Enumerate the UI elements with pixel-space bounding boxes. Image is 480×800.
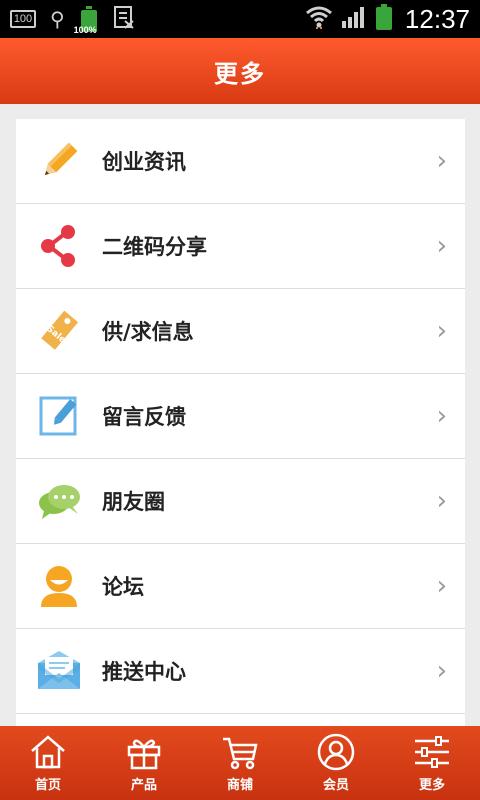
menu-item-label: 留言反馈	[102, 405, 186, 429]
nav-products-label: 产品	[130, 778, 157, 793]
nav-shops[interactable]: 商铺	[192, 726, 288, 800]
user-avatar-icon	[16, 544, 102, 629]
chat-bubbles-icon	[16, 459, 102, 544]
menu-item-forum[interactable]: 论坛 ›	[16, 544, 465, 629]
menu-item-push-center[interactable]: 推送中心 ›	[16, 629, 465, 714]
usb-icon: ⚲	[50, 7, 65, 31]
nav-more-label: 更多	[418, 778, 445, 793]
chevron-right-icon: ›	[436, 146, 447, 176]
clock: 12:37	[404, 3, 470, 34]
menu-item-feedback[interactable]: 留言反馈 ›	[16, 374, 465, 459]
nav-more[interactable]: 更多	[384, 726, 480, 800]
battery-notification-icon: 100%	[74, 6, 99, 35]
home-icon	[31, 735, 65, 769]
status-bar: 100 ⚲ 100% 12:37	[0, 0, 480, 38]
menu-item-business-news[interactable]: 创业资讯 ›	[16, 119, 465, 204]
storage-indicator-icon: 100	[10, 10, 36, 28]
nav-members[interactable]: 会员	[288, 726, 384, 800]
sliders-icon	[415, 736, 449, 768]
share-icon	[16, 204, 102, 289]
chevron-right-icon: ›	[436, 486, 447, 516]
menu-item-label: 朋友圈	[102, 490, 165, 514]
sale-tag-icon: Sale	[16, 289, 102, 374]
bottom-nav: 首页 产品 商铺 会员 更多	[0, 726, 480, 800]
nav-products[interactable]: 产品	[96, 726, 192, 800]
menu-item-partial	[16, 714, 465, 726]
nav-home-label: 首页	[34, 778, 61, 793]
document-notification-icon	[113, 5, 135, 34]
nav-shops-label: 商铺	[226, 778, 253, 793]
chevron-right-icon: ›	[436, 231, 447, 261]
chevron-right-icon: ›	[436, 656, 447, 686]
member-icon	[317, 733, 355, 771]
app-header: 更多	[0, 38, 480, 104]
battery-notification-percent: 100%	[73, 25, 97, 35]
menu-item-moments[interactable]: 朋友圈 ›	[16, 459, 465, 544]
chevron-right-icon: ›	[436, 571, 447, 601]
page-title: 更多	[214, 59, 266, 88]
chevron-right-icon: ›	[436, 316, 447, 346]
menu-item-label: 推送中心	[102, 660, 186, 684]
nav-home[interactable]: 首页	[0, 726, 96, 800]
chevron-right-icon: ›	[436, 401, 447, 431]
menu-item-label: 创业资讯	[102, 150, 186, 174]
battery-icon	[375, 4, 393, 34]
menu-item-label: 二维码分享	[102, 235, 207, 259]
menu-item-qr-share[interactable]: 二维码分享 ›	[16, 204, 465, 289]
nav-members-label: 会员	[322, 778, 349, 793]
edit-note-icon	[16, 374, 102, 459]
menu-item-supply-demand[interactable]: Sale 供/求信息 ›	[16, 289, 465, 374]
envelope-icon	[16, 629, 102, 714]
signal-icon	[341, 5, 367, 33]
pencil-icon	[16, 119, 102, 204]
gift-icon	[127, 739, 161, 770]
cart-icon	[223, 737, 258, 770]
more-menu-list: 创业资讯 › 二维码分享 › Sale 供/求信息 › 留言反馈 › 朋友圈 ›…	[16, 119, 465, 726]
menu-item-label: 论坛	[102, 575, 144, 599]
menu-item-label: 供/求信息	[102, 320, 194, 344]
wifi-icon	[305, 5, 333, 33]
